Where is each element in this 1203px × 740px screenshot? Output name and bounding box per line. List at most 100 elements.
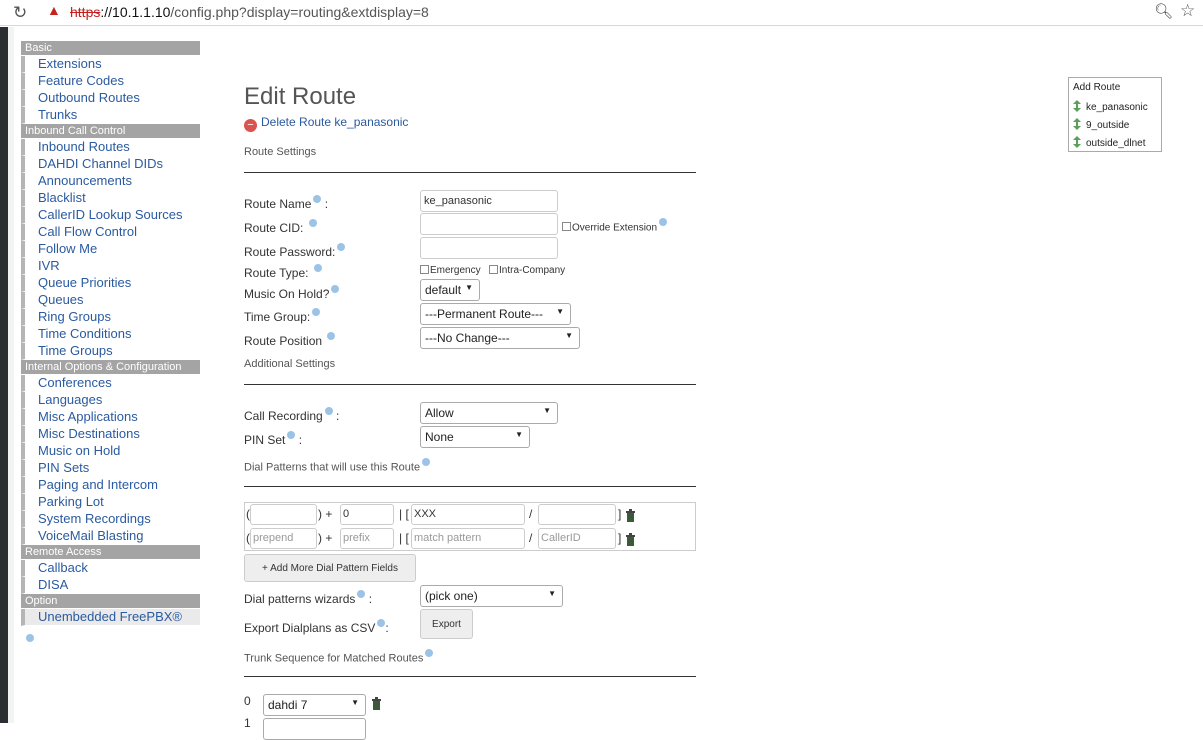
sidebar-item-queues[interactable]: Queues xyxy=(21,292,200,309)
route-password-input[interactable] xyxy=(420,237,558,259)
sidebar-item-conferences[interactable]: Conferences xyxy=(21,375,200,392)
route-password-label: Route Password: xyxy=(244,243,346,259)
sidebar-item-announcements[interactable]: Announcements xyxy=(21,173,200,190)
pin-set-select[interactable]: None ▼ xyxy=(420,426,530,448)
help-icon[interactable] xyxy=(331,285,340,293)
sidebar-item-callerid-lookup[interactable]: CallerID Lookup Sources xyxy=(21,207,200,224)
help-icon[interactable] xyxy=(357,590,366,598)
window-edge xyxy=(0,27,8,723)
emergency-checkbox[interactable]: Emergency xyxy=(420,265,481,276)
help-icon[interactable] xyxy=(287,431,296,439)
trash-icon[interactable] xyxy=(371,697,382,710)
reload-icon[interactable]: ↻ xyxy=(13,3,27,23)
override-extension-checkbox[interactable]: Override Extension xyxy=(562,218,668,233)
sidebar-item-paging-intercom[interactable]: Paging and Intercom xyxy=(21,477,200,494)
sidebar-item-parking-lot[interactable]: Parking Lot xyxy=(21,494,200,511)
sidebar-item-disa[interactable]: DISA xyxy=(21,577,200,594)
route-list-panel: Add Route ke_panasonic 9_outside outside… xyxy=(1068,77,1162,152)
intra-company-checkbox[interactable]: Intra-Company xyxy=(489,265,565,276)
bookmark-star-icon[interactable]: ☆ xyxy=(1180,1,1195,21)
sidebar-item-voicemail-blasting[interactable]: VoiceMail Blasting xyxy=(21,528,200,545)
trunk-select[interactable] xyxy=(263,718,366,740)
url-field[interactable]: https://10.1.1.10/config.php?display=rou… xyxy=(70,4,429,20)
sidebar-item-unembedded-freepbx[interactable]: Unembedded FreePBX® xyxy=(21,609,200,626)
prefix-input[interactable]: prefix xyxy=(340,528,394,549)
zoom-icon[interactable]: 🔍︎ xyxy=(1154,2,1173,20)
sidebar-item-ring-groups[interactable]: Ring Groups xyxy=(21,309,200,326)
route-list-item[interactable]: 9_outside xyxy=(1073,118,1129,131)
not-secure-warning-icon[interactable]: ▲ xyxy=(47,2,61,18)
section-title-route-settings: Route Settings xyxy=(244,146,317,158)
callerid-input[interactable] xyxy=(538,504,616,525)
route-name-input[interactable] xyxy=(420,190,558,212)
sidebar-item-time-groups[interactable]: Time Groups xyxy=(21,343,200,360)
match-pattern-input[interactable]: match pattern xyxy=(411,528,525,549)
route-type-label: Route Type: xyxy=(244,264,322,280)
help-icon[interactable] xyxy=(313,195,322,203)
trunk-select[interactable]: dahdi 7 ▼ xyxy=(263,694,366,716)
sidebar-item-queue-priorities[interactable]: Queue Priorities xyxy=(21,275,200,292)
sidebar-item-inbound-routes[interactable]: Inbound Routes xyxy=(21,139,200,156)
sidebar-item-trunks[interactable]: Trunks xyxy=(21,107,200,124)
music-on-hold-select[interactable]: default ▼ xyxy=(420,279,480,301)
match-pattern-input[interactable]: XXX xyxy=(411,504,525,525)
time-group-select[interactable]: ---Permanent Route--- ▼ xyxy=(420,303,571,325)
sidebar-nav: Basic Extensions Feature Codes Outbound … xyxy=(21,41,200,626)
help-icon[interactable] xyxy=(312,308,321,316)
checkbox-box[interactable] xyxy=(489,265,498,274)
sidebar-item-misc-destinations[interactable]: Misc Destinations xyxy=(21,426,200,443)
trash-icon[interactable] xyxy=(625,509,636,522)
route-list-item[interactable]: ke_panasonic xyxy=(1073,100,1148,113)
sidebar-item-call-flow-control[interactable]: Call Flow Control xyxy=(21,224,200,241)
route-list-item[interactable]: outside_dlnet xyxy=(1073,136,1146,149)
help-icon[interactable] xyxy=(313,264,322,272)
help-icon[interactable] xyxy=(324,407,333,415)
checkbox-box[interactable] xyxy=(562,222,571,232)
sidebar-item-callback[interactable]: Callback xyxy=(21,560,200,577)
help-icon[interactable] xyxy=(337,243,346,251)
help-icon[interactable] xyxy=(327,332,336,340)
sidebar-item-pin-sets[interactable]: PIN Sets xyxy=(21,460,200,477)
divider xyxy=(244,486,696,487)
sidebar-item-dahdi-channel-dids[interactable]: DAHDI Channel DIDs xyxy=(21,156,200,173)
sidebar-item-outbound-routes[interactable]: Outbound Routes xyxy=(21,90,200,107)
dial-patterns-wizard-select[interactable]: (pick one) ▼ xyxy=(420,585,563,607)
sidebar-section-inbound: Inbound Call Control xyxy=(21,124,200,139)
prepend-input[interactable]: prepend xyxy=(250,528,317,549)
sidebar-item-music-on-hold[interactable]: Music on Hold xyxy=(21,443,200,460)
checkbox-box[interactable] xyxy=(420,265,429,274)
help-icon[interactable] xyxy=(377,619,386,627)
add-route-link[interactable]: Add Route xyxy=(1073,82,1120,93)
prepend-input[interactable] xyxy=(250,504,317,525)
sidebar-item-system-recordings[interactable]: System Recordings xyxy=(21,511,200,528)
sidebar-item-languages[interactable]: Languages xyxy=(21,392,200,409)
sidebar-item-feature-codes[interactable]: Feature Codes xyxy=(21,73,200,90)
trash-icon[interactable] xyxy=(625,533,636,546)
help-icon[interactable] xyxy=(308,219,317,227)
route-position-select[interactable]: ---No Change--- ▼ xyxy=(420,327,580,349)
move-arrows-icon[interactable] xyxy=(1073,136,1081,148)
sidebar-item-follow-me[interactable]: Follow Me xyxy=(21,241,200,258)
chevron-down-icon: ▼ xyxy=(565,331,573,340)
call-recording-select[interactable]: Allow ▼ xyxy=(420,402,558,424)
help-icon[interactable] xyxy=(26,634,34,642)
export-button[interactable]: Export xyxy=(420,609,473,639)
help-icon[interactable] xyxy=(422,458,431,466)
delete-route-link[interactable]: − Delete Route ke_panasonic xyxy=(244,115,408,132)
move-arrows-icon[interactable] xyxy=(1073,118,1081,130)
dial-pattern-row: ( prepend ) + prefix | [ match pattern /… xyxy=(245,528,695,550)
chevron-down-icon: ▼ xyxy=(515,430,523,439)
sidebar-item-extensions[interactable]: Extensions xyxy=(21,56,200,73)
help-icon[interactable] xyxy=(659,218,668,226)
move-arrows-icon[interactable] xyxy=(1073,100,1081,112)
browser-url-bar: ↻ ▲ https://10.1.1.10/config.php?display… xyxy=(0,0,1203,26)
help-icon[interactable] xyxy=(425,649,434,657)
add-more-dial-patterns-button[interactable]: + Add More Dial Pattern Fields xyxy=(244,554,416,582)
prefix-input[interactable]: 0 xyxy=(340,504,394,525)
route-cid-input[interactable] xyxy=(420,213,558,235)
sidebar-item-ivr[interactable]: IVR xyxy=(21,258,200,275)
callerid-input[interactable]: CallerID xyxy=(538,528,616,549)
sidebar-item-blacklist[interactable]: Blacklist xyxy=(21,190,200,207)
sidebar-item-misc-applications[interactable]: Misc Applications xyxy=(21,409,200,426)
sidebar-item-time-conditions[interactable]: Time Conditions xyxy=(21,326,200,343)
